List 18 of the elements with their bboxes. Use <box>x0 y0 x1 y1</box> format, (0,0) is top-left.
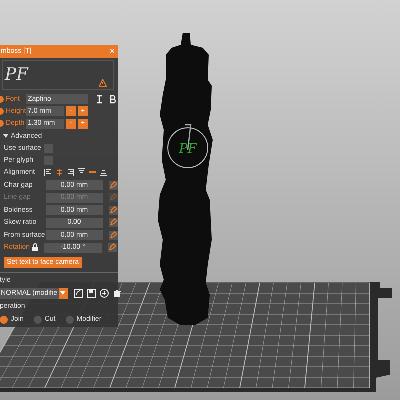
lock-icon[interactable] <box>31 243 40 252</box>
checkbox[interactable] <box>44 156 53 166</box>
delete-icon[interactable] <box>112 288 122 298</box>
alignment-icon[interactable] <box>99 168 108 178</box>
radio-icon[interactable] <box>66 316 74 324</box>
save-icon[interactable] <box>86 288 96 298</box>
collapse-icon[interactable] <box>3 133 9 140</box>
radio-icon[interactable] <box>34 316 42 324</box>
add-icon[interactable] <box>100 288 109 298</box>
embossed-text: PF <box>179 142 197 157</box>
alignment-icon[interactable] <box>55 168 64 178</box>
rotation-gizmo-icon <box>168 124 208 168</box>
caret-icon <box>60 290 66 296</box>
text-input-field[interactable]: PF <box>2 60 114 90</box>
italic-icon[interactable] <box>95 94 104 104</box>
bold-icon[interactable] <box>109 94 118 104</box>
radio-icon[interactable] <box>0 316 8 324</box>
preview-text: PF <box>4 65 28 85</box>
